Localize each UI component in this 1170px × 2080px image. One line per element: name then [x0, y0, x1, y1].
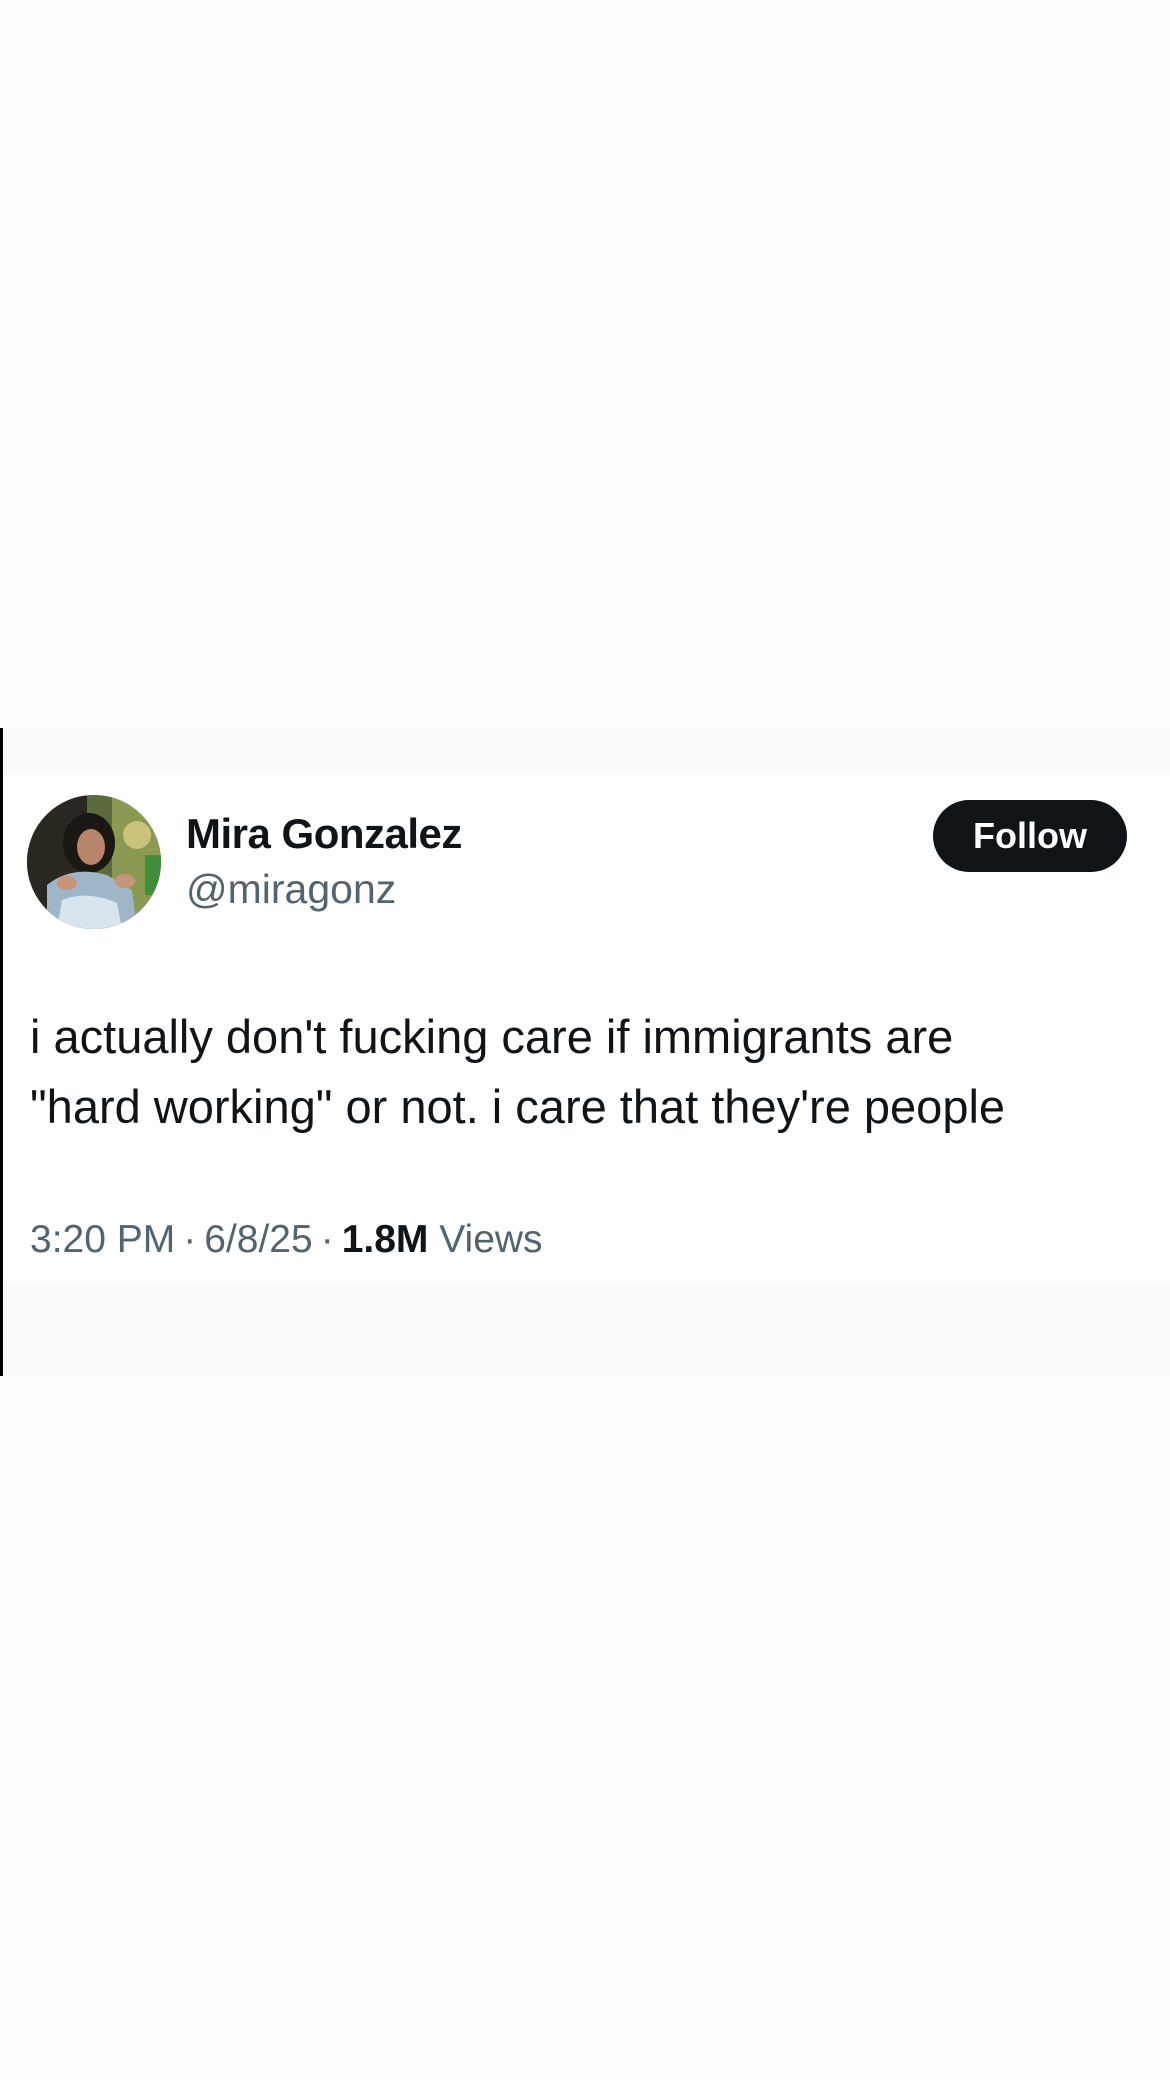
tweet-meta: 3:20 PM · 6/8/25 · 1.8M Views	[30, 1218, 543, 1262]
meta-separator: ·	[183, 1218, 197, 1261]
meta-separator: ·	[320, 1218, 334, 1261]
author-display-name[interactable]: Mira Gonzalez	[186, 810, 462, 858]
left-border-line	[0, 728, 3, 1376]
tweet-text: i actually don't fucking care if immigra…	[30, 1010, 1006, 1133]
avatar[interactable]	[27, 795, 161, 929]
tweet-time[interactable]: 3:20 PM	[30, 1218, 175, 1261]
author-handle[interactable]: @miragonz	[186, 866, 396, 913]
tweet-date[interactable]: 6/8/25	[204, 1218, 312, 1261]
views-count[interactable]: 1.8M	[342, 1218, 429, 1261]
screenshot-page: Mira Gonzalez @miragonz Follow i actuall…	[0, 0, 1170, 2080]
avatar-photo	[27, 795, 161, 929]
follow-button[interactable]: Follow	[933, 800, 1127, 872]
views-label[interactable]: Views	[439, 1218, 542, 1261]
